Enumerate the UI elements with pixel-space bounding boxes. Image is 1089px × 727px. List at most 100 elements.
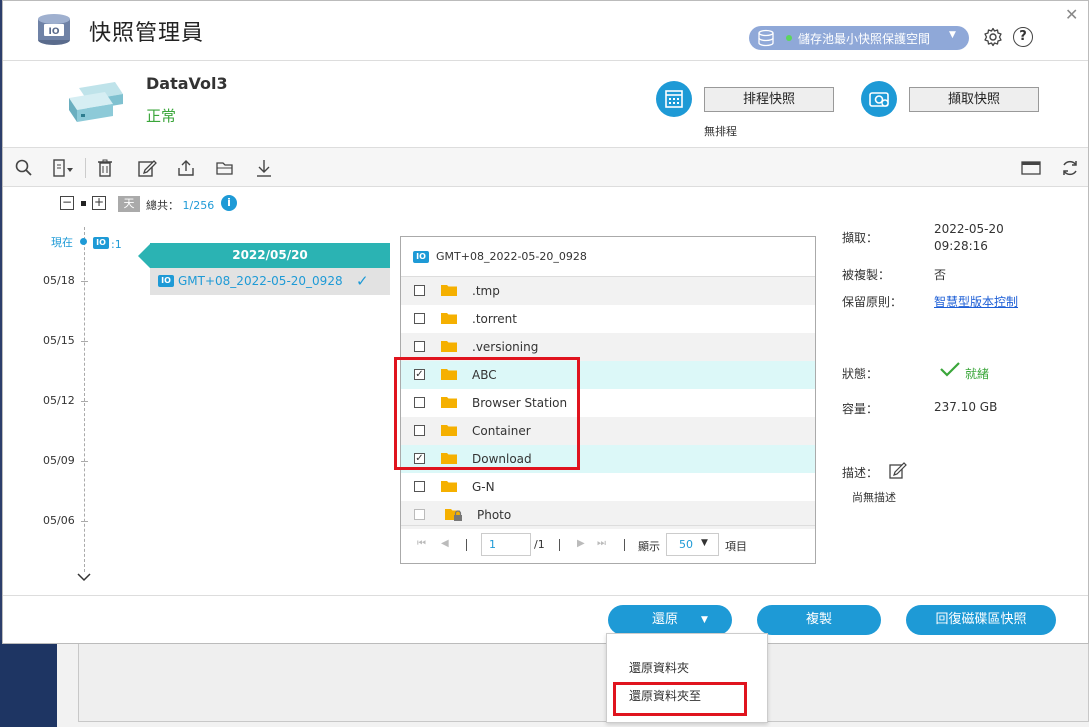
row-checkbox[interactable] (414, 285, 425, 296)
total-count: 總共： 1/256 (146, 197, 214, 213)
check-icon (939, 361, 961, 382)
pool-protection-button[interactable]: 儲存池最小快照保護空間 ▼ (749, 26, 969, 50)
snapshot-item[interactable]: IO GMT+08_2022-05-20_0928 ✓ (150, 268, 390, 295)
database-icon (758, 29, 774, 47)
highlight-box (394, 357, 580, 470)
row-checkbox[interactable] (414, 481, 425, 492)
trash-icon[interactable] (95, 158, 115, 178)
background-window (0, 640, 1089, 727)
folder-open-icon[interactable] (215, 158, 235, 178)
retention-link[interactable]: 智慧型版本控制 (934, 293, 1018, 310)
folder-name: Photo (477, 508, 512, 522)
timeline-tick (81, 461, 88, 462)
pager-divider (559, 539, 560, 551)
window-icon[interactable] (1021, 158, 1041, 178)
app-logo-icon: IO (38, 14, 70, 45)
volume-status: 正常 (146, 107, 177, 125)
page-total: /1 (534, 538, 545, 551)
chevron-down-icon: ▼ (701, 615, 708, 625)
folder-name: .versioning (472, 340, 539, 354)
taken-label: 擷取： (842, 231, 879, 245)
schedule-snapshot-button[interactable]: 排程快照 (704, 87, 834, 112)
download-icon[interactable] (254, 158, 274, 178)
zoom-level-indicator (81, 201, 86, 206)
volume-name: DataVol3 (146, 74, 228, 93)
row-checkbox[interactable] (414, 341, 425, 352)
copy-button[interactable]: 複製 (757, 605, 881, 635)
take-snapshot-button[interactable]: 擷取快照 (909, 87, 1039, 112)
restore-button[interactable]: 還原 ▼ (608, 605, 732, 635)
list-item[interactable]: G-N (401, 473, 815, 501)
timeline-now-label: 現在 (51, 236, 73, 249)
description-value: 尚無描述 (852, 491, 896, 504)
folder-icon (441, 341, 457, 352)
svg-text:IO: IO (49, 27, 60, 37)
calendar-icon (656, 81, 692, 117)
schedule-status: 無排程 (704, 125, 737, 138)
timeline-date: 05/12 (43, 394, 75, 407)
cloned-label: 被複製： (842, 268, 891, 282)
revert-volume-snapshot-button[interactable]: 回復磁碟區快照 (906, 605, 1056, 635)
pager-divider (466, 539, 467, 551)
timeline-tick (81, 341, 88, 342)
cloned-value: 否 (934, 268, 947, 282)
pager-divider (624, 539, 625, 551)
page-input[interactable]: 1 (481, 533, 531, 556)
timeline-date: 05/09 (43, 454, 75, 467)
folder-icon (441, 285, 457, 296)
snapshot-group-date[interactable]: 2022/05/20 (150, 243, 390, 268)
timeline-date: 05/15 (43, 334, 75, 347)
row-checkbox (414, 509, 425, 520)
menu-item-restore-folder[interactable]: 還原資料夾 (629, 659, 689, 676)
timeline-tick (81, 281, 88, 282)
info-icon[interactable]: i (221, 195, 237, 211)
timeline-date: 05/06 (43, 514, 75, 527)
refresh-icon[interactable] (1060, 158, 1080, 178)
timeline-date: 05/18 (43, 274, 75, 287)
edit-description-icon[interactable] (889, 461, 907, 479)
row-checkbox[interactable] (414, 313, 425, 324)
folder-name: .tmp (472, 284, 500, 298)
camera-icon (861, 81, 897, 117)
pool-button-label: 儲存池最小快照保護空間 (798, 32, 931, 46)
footer-divider (3, 595, 1088, 596)
close-icon[interactable]: ✕ (1065, 5, 1078, 24)
view-menu-icon[interactable] (51, 158, 75, 178)
chevron-down-icon: ▼ (701, 538, 708, 548)
chevron-down-icon[interactable] (76, 571, 92, 587)
items-label: 項目 (725, 540, 747, 553)
gear-icon[interactable] (983, 27, 1003, 47)
page-size-select[interactable]: 50 ▼ (666, 533, 719, 556)
page-size-value: 50 (679, 538, 693, 551)
share-icon[interactable] (176, 158, 196, 178)
day-view-badge[interactable]: 天 (118, 196, 140, 212)
help-icon[interactable]: ? (1013, 27, 1033, 47)
snapshot-icon: IO (93, 237, 109, 249)
list-item[interactable]: .torrent (401, 305, 815, 333)
capacity-label: 容量： (842, 402, 879, 416)
volume-icon (69, 82, 123, 122)
timeline-tick (81, 401, 88, 402)
background-sidebar (0, 640, 57, 727)
snapshot-icon: IO (158, 275, 174, 287)
locked-folder-icon (445, 509, 462, 521)
last-page-icon[interactable]: ⏭ (597, 538, 606, 549)
title-bar: IO 快照管理員 儲存池最小快照保護空間 ▼ ? ✕ (3, 1, 1088, 61)
search-icon[interactable] (14, 158, 34, 178)
list-item[interactable]: .tmp (401, 277, 815, 305)
zoom-out-button[interactable]: − (60, 196, 74, 210)
highlight-box (613, 682, 747, 716)
edit-icon[interactable] (137, 158, 157, 178)
zoom-in-button[interactable]: + (92, 196, 106, 210)
check-icon: ✓ (356, 272, 369, 290)
timeline-now-dot (80, 238, 87, 245)
first-page-icon[interactable]: ⏮ (417, 538, 426, 549)
prev-page-icon[interactable]: ◀ (441, 538, 449, 549)
status-value: 就緒 (965, 367, 990, 381)
next-page-icon[interactable]: ▶ (577, 538, 585, 549)
file-browser-header: IO GMT+08_2022-05-20_0928 (401, 237, 815, 277)
chevron-down-icon: ▼ (949, 30, 956, 40)
folder-name: .torrent (472, 312, 517, 326)
folder-icon (441, 481, 457, 492)
timeline-tick (81, 521, 88, 522)
